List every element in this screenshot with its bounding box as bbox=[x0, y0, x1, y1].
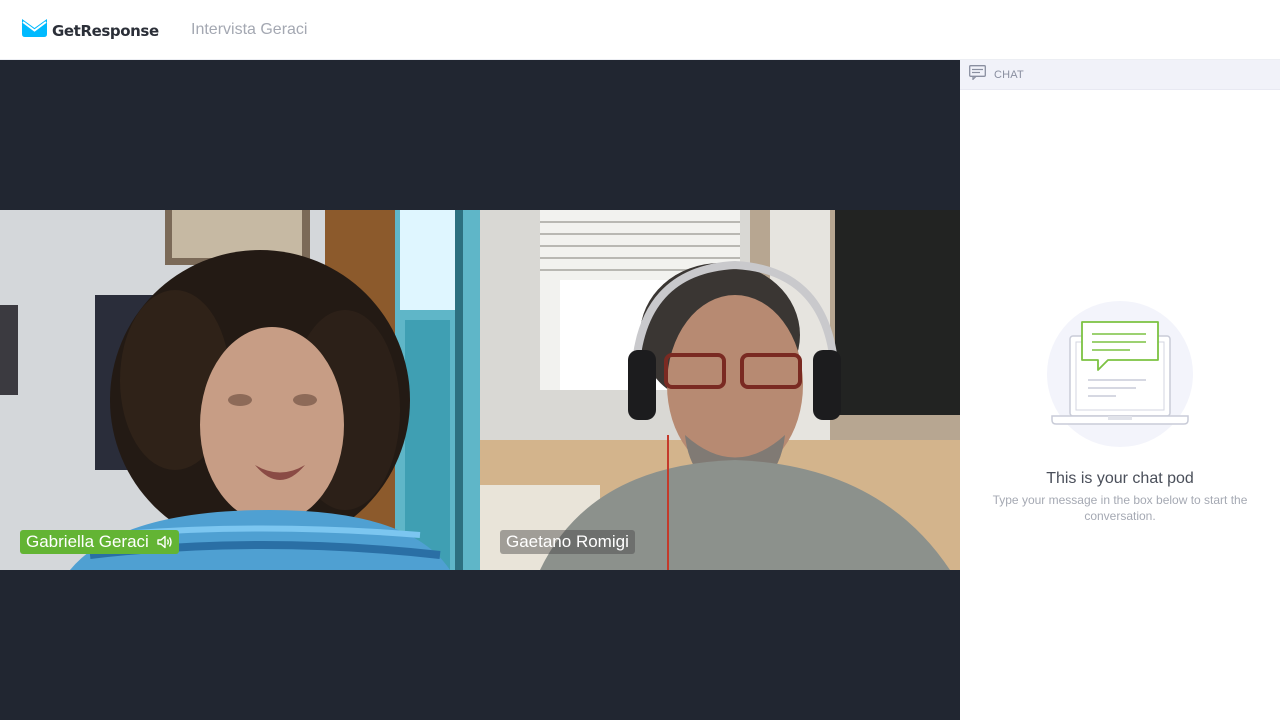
speaker-active-icon bbox=[157, 535, 173, 549]
video-tile-gaetano[interactable]: Gaetano Romigi bbox=[480, 210, 960, 570]
chat-header[interactable]: CHAT bbox=[960, 60, 1280, 90]
participant-video bbox=[0, 210, 480, 570]
meeting-title: Intervista Geraci bbox=[191, 21, 308, 38]
participant-name-tag: Gaetano Romigi bbox=[500, 530, 635, 554]
logo-text: GetResponse bbox=[52, 22, 159, 40]
chat-empty-title: This is your chat pod bbox=[1046, 470, 1194, 487]
participant-name-tag: Gabriella Geraci bbox=[20, 530, 179, 554]
top-bar: GetResponse Intervista Geraci bbox=[0, 0, 1280, 60]
participant-name: Gaetano Romigi bbox=[506, 532, 629, 551]
participant-video bbox=[480, 210, 960, 570]
chat-empty-subtitle: Type your message in the box below to st… bbox=[992, 493, 1248, 523]
participant-name: Gabriella Geraci bbox=[26, 532, 149, 551]
getresponse-logo[interactable]: GetResponse bbox=[22, 19, 159, 43]
envelope-logo-icon bbox=[22, 19, 47, 43]
video-stage: Gabriella Geraci Gaetano Romigi bbox=[0, 60, 960, 720]
chat-pod: CHAT This is your chat pod Type your mes… bbox=[960, 60, 1280, 720]
video-tile-gabriella[interactable]: Gabriella Geraci bbox=[0, 210, 480, 570]
chat-icon bbox=[969, 64, 986, 85]
chat-header-label: CHAT bbox=[994, 68, 1024, 81]
chat-empty-illustration-icon bbox=[1046, 300, 1194, 453]
